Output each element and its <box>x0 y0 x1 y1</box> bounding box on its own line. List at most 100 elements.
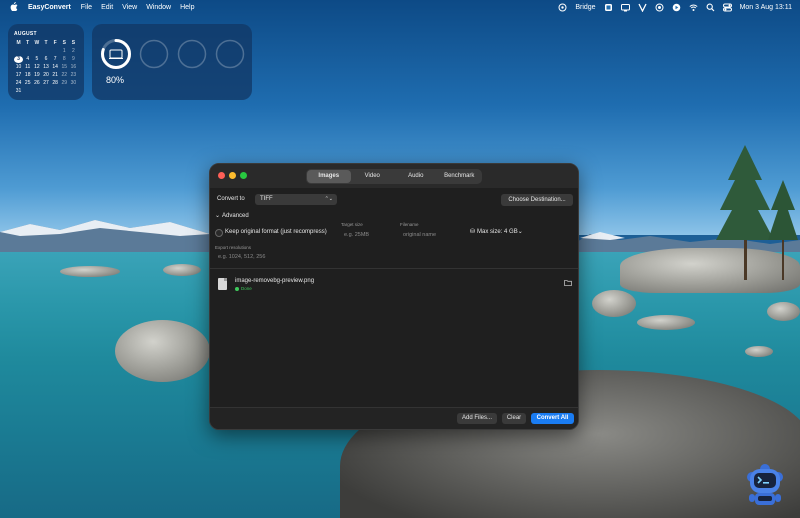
menu-bar: EasyConvert File Edit View Window Help B… <box>0 0 800 15</box>
calendar-day: 5 <box>35 56 39 62</box>
keep-original-checkbox[interactable] <box>215 229 223 237</box>
calendar-day: 9 <box>72 56 75 62</box>
calendar-month: AUGUST <box>14 31 37 37</box>
calendar-day: 26 <box>34 80 40 86</box>
folder-icon[interactable] <box>564 280 572 286</box>
calendar-widget[interactable]: AUGUST M T W T F S S 1 2 3 4 5 6 7 8 9 10 11 12 13 14 15 16 17 1… <box>8 24 84 100</box>
calendar-day: 15 <box>61 64 68 70</box>
file-status-label: Done <box>241 286 252 291</box>
play-icon[interactable] <box>672 3 681 12</box>
battery-ring <box>101 39 131 69</box>
calendar-day: 23 <box>70 72 77 78</box>
control-center-icon[interactable] <box>722 3 732 12</box>
convert-row: Convert to TIFF ⌃⌄ Choose Destination... <box>217 194 573 206</box>
media-type-tabs: Images Video Audio Benchmark <box>306 169 482 184</box>
bridge-status-icon[interactable] <box>558 3 567 12</box>
apple-menu-icon[interactable] <box>8 2 20 13</box>
menu-view[interactable]: View <box>122 4 137 11</box>
menu-help[interactable]: Help <box>180 4 194 11</box>
minimize-window-button[interactable] <box>229 172 236 179</box>
calendar-today: 3 <box>14 56 24 63</box>
calendar-day <box>14 48 23 55</box>
calendar-day: 29 <box>61 80 68 86</box>
calendar-day: 7 <box>53 56 57 62</box>
tab-benchmark[interactable]: Benchmark <box>438 170 482 183</box>
keep-original-label[interactable]: Keep original format (just recompress) <box>225 229 327 235</box>
calendar-day: 27 <box>43 80 49 86</box>
convert-all-button[interactable]: Convert All <box>531 413 574 424</box>
calendar-day: 6 <box>44 56 48 62</box>
wallpaper-rock <box>115 320 210 382</box>
battery-widget[interactable]: 80% <box>92 24 252 100</box>
calendar-day <box>32 88 41 95</box>
calendar-day: 1 <box>62 48 66 54</box>
window-manager-icon[interactable] <box>604 3 613 12</box>
menu-file[interactable]: File <box>81 4 92 11</box>
export-resolutions-input[interactable]: e.g. 1024, 512, 256 <box>218 254 265 260</box>
search-icon[interactable] <box>706 3 715 12</box>
calendar-weekday: S <box>62 40 66 46</box>
calendar-grid: M T W T F S S 1 2 3 4 5 6 7 8 9 10 11 12 13 14 15 16 17 18 19 20 21… <box>14 40 78 95</box>
format-select-value: TIFF <box>260 196 273 202</box>
calendar-day: 12 <box>34 64 40 70</box>
file-list-item[interactable]: image-removebg-preview.png Done <box>218 278 572 296</box>
robot-assistant-icon[interactable] <box>744 463 786 509</box>
calendar-day <box>69 88 78 95</box>
calendar-day: 14 <box>52 64 58 70</box>
calendar-day: 28 <box>52 80 58 86</box>
updown-chevron-icon: ⌃⌄ <box>324 196 333 202</box>
window-titlebar[interactable]: Images Video Audio Benchmark <box>210 164 578 188</box>
tab-audio[interactable]: Audio <box>394 170 438 183</box>
zoom-window-button[interactable] <box>240 172 247 179</box>
choose-destination-button[interactable]: Choose Destination... <box>501 194 573 206</box>
wifi-icon[interactable] <box>689 3 698 12</box>
tab-images[interactable]: Images <box>307 170 351 183</box>
display-icon[interactable] <box>620 3 630 12</box>
advanced-disclosure[interactable]: ⌄ Advanced <box>215 212 249 219</box>
section-divider <box>210 268 578 269</box>
advanced-options: Keep original format (just recompress) T… <box>215 222 575 252</box>
wallpaper-rock <box>745 346 773 357</box>
max-size-menu[interactable]: ⛁ Max size: 4 GB⌄ <box>470 228 523 235</box>
hard-drive-icon: ⛁ <box>470 229 476 235</box>
clear-button[interactable]: Clear <box>502 413 526 424</box>
app-name-menu[interactable]: EasyConvert <box>28 4 71 11</box>
calendar-day: 24 <box>15 80 22 86</box>
calendar-day: 30 <box>70 80 77 86</box>
wallpaper-trees <box>716 145 798 280</box>
vpn-icon[interactable] <box>637 3 647 12</box>
calendar-day <box>23 48 32 55</box>
file-status: Done <box>235 286 252 291</box>
bridge-status-label[interactable]: Bridge <box>575 4 595 11</box>
menu-window[interactable]: Window <box>146 4 171 11</box>
calendar-day: 13 <box>43 64 49 70</box>
calendar-day: 31 <box>15 88 22 94</box>
calendar-day: 11 <box>25 64 31 70</box>
tab-video[interactable]: Video <box>351 170 395 183</box>
calendar-weekday: S <box>71 40 76 46</box>
calendar-day: 17 <box>15 72 22 78</box>
filename-label: Filename <box>400 222 419 227</box>
close-window-button[interactable] <box>218 172 225 179</box>
calendar-day: 22 <box>61 72 68 78</box>
calendar-weekday: W <box>34 40 40 46</box>
calendar-day <box>60 88 69 95</box>
status-dot-icon <box>235 286 239 291</box>
menubar-clock[interactable]: Mon 3 Aug 13:11 <box>740 4 792 11</box>
filename-input[interactable]: original name <box>403 232 436 238</box>
window-footer: Add Files... Clear Convert All <box>210 407 578 429</box>
format-select[interactable]: TIFF ⌃⌄ <box>255 194 337 205</box>
add-files-button[interactable]: Add Files... <box>457 413 497 424</box>
calendar-day <box>51 48 60 55</box>
calendar-day: 20 <box>43 72 49 78</box>
focus-icon[interactable] <box>655 3 664 12</box>
calendar-weekday: M <box>16 40 21 46</box>
calendar-day: 8 <box>62 56 66 62</box>
easyconvert-window: Images Video Audio Benchmark Convert to … <box>209 163 579 430</box>
calendar-day: 4 <box>26 56 30 62</box>
menu-edit[interactable]: Edit <box>101 4 113 11</box>
convert-to-label: Convert to <box>217 196 245 202</box>
calendar-day <box>41 88 50 95</box>
target-size-input[interactable]: e.g. 25MB <box>344 232 369 238</box>
calendar-day: 2 <box>72 48 75 54</box>
